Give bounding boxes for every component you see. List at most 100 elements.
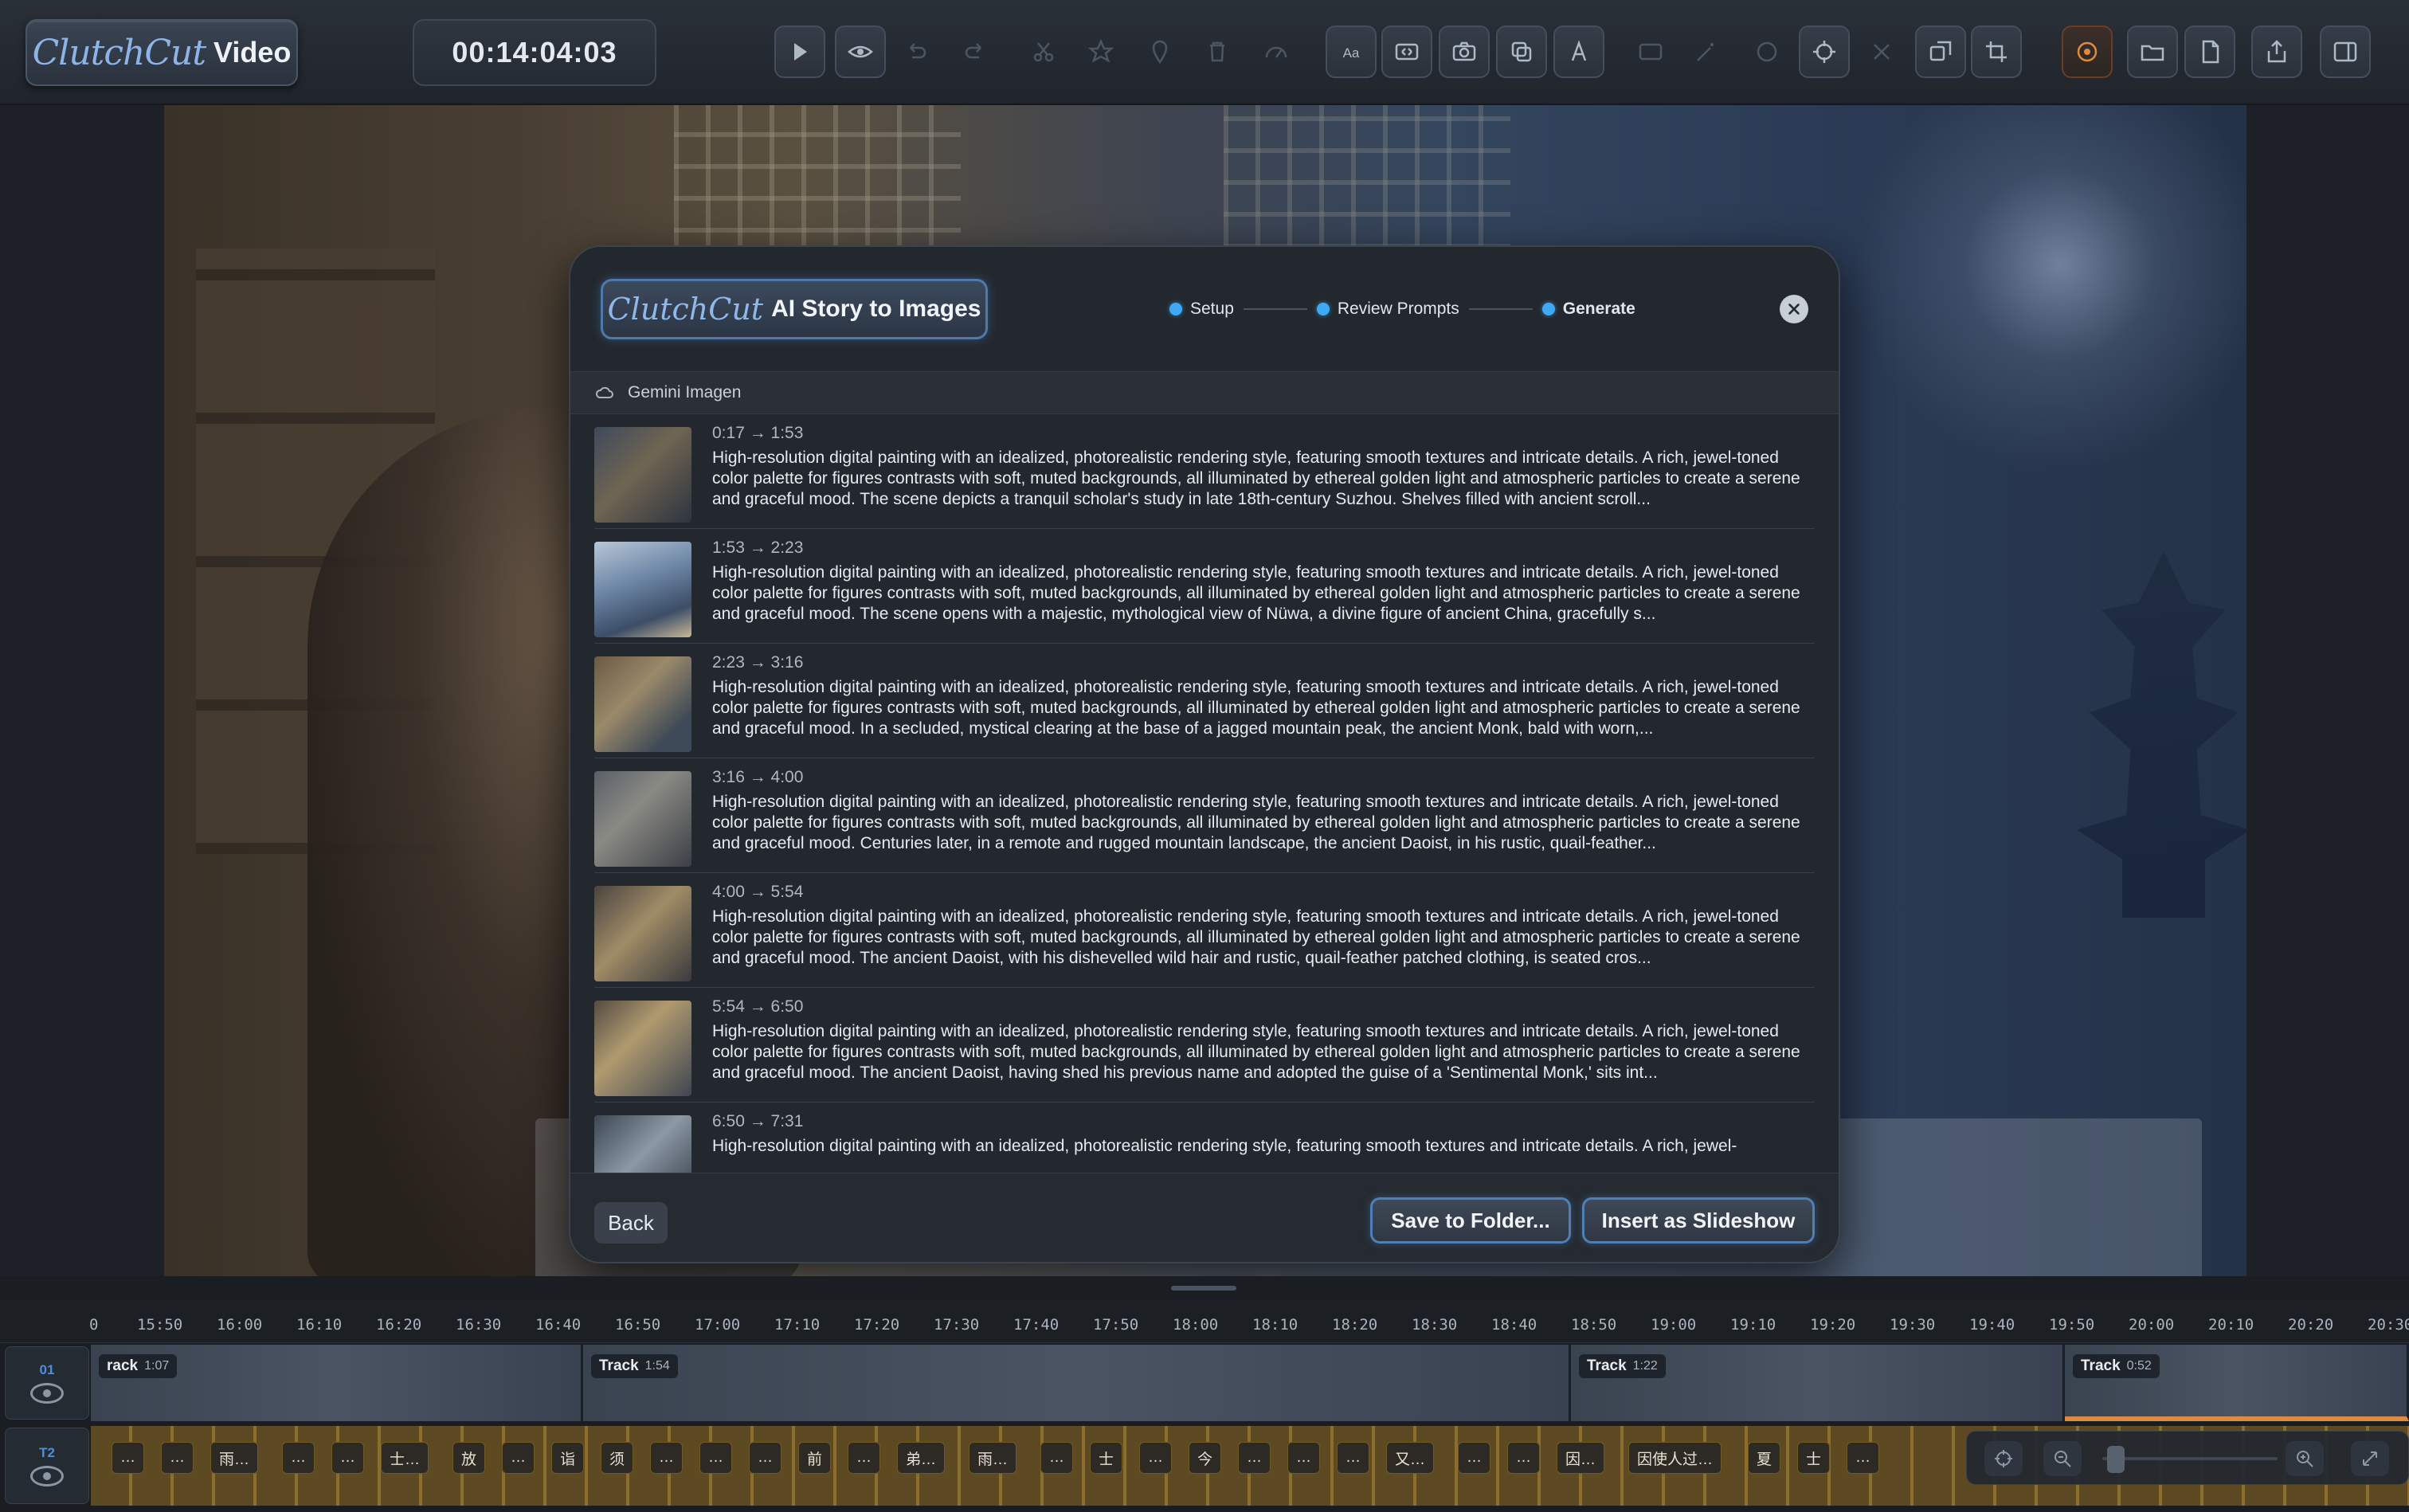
sidebar-button[interactable] [2320,25,2371,78]
camera-button[interactable] [1439,25,1490,78]
prompt-text: High-resolution digital painting with an… [712,793,1800,852]
generated-image-thumbnail[interactable] [594,886,691,981]
image-prompt-row[interactable]: 5:54 → 6:50 High-resolution digital paint… [594,988,1815,1103]
subtitle-clip[interactable]: … [112,1442,144,1474]
subtitle-clip[interactable]: … [848,1442,880,1474]
image-prompt-row[interactable]: 6:50 → 7:31 High-resolution digital paint… [594,1103,1815,1173]
generated-image-thumbnail[interactable] [594,656,691,752]
eye-button[interactable] [835,25,886,78]
subtitle-clip[interactable]: … [1139,1442,1172,1474]
subtitle-clip[interactable]: … [699,1442,732,1474]
image-prompt-row[interactable]: 2:23 → 3:16 High-resolution digital paint… [594,644,1815,758]
video-clip[interactable]: Track 1:22 [1571,1345,2065,1421]
track-visibility-eye-icon[interactable] [30,1383,64,1404]
subtitle-clip[interactable]: 诣 [551,1442,585,1474]
zoom-out-button[interactable] [2043,1441,2082,1476]
panel-resize-handle[interactable] [1171,1286,1236,1291]
generated-image-thumbnail[interactable] [594,1001,691,1096]
record-icon [2077,41,2098,62]
folder-button[interactable] [2127,25,2178,78]
subtitle-clip[interactable]: … [749,1442,781,1474]
subtitle-clip[interactable]: … [502,1442,535,1474]
step-generate[interactable]: Generate [1541,300,1635,319]
subtitle-clip[interactable]: 士 [1797,1442,1831,1474]
image-prompt-row[interactable]: 4:00 → 5:54 High-resolution digital paint… [594,873,1815,988]
fit-button[interactable] [1984,1441,2023,1476]
subtitle-clip[interactable]: 放 [452,1442,486,1474]
video-clip[interactable]: Track 1:54 [583,1345,1571,1421]
video-clip[interactable]: Track 0:52 [2065,1345,2409,1421]
layers-button[interactable] [1496,25,1547,78]
step-setup[interactable]: Setup [1169,300,1234,319]
subtitle-clip[interactable]: … [282,1442,315,1474]
subtitle-clip[interactable]: 士… [381,1442,429,1474]
subtitle-clip[interactable]: 又… [1386,1442,1435,1474]
crop-button[interactable] [1971,25,2022,78]
insert-slideshow-button[interactable]: Insert as Slideshow [1582,1197,1815,1244]
marker-button[interactable] [1134,25,1185,78]
subtitle-clip[interactable]: … [331,1442,364,1474]
expand-button[interactable] [2351,1441,2389,1476]
subtitle-clip[interactable]: 雨… [969,1442,1017,1474]
subtitle-clip[interactable]: … [1287,1442,1320,1474]
subtitle-clip[interactable]: … [1040,1442,1073,1474]
subtitle-clip[interactable]: … [1238,1442,1271,1474]
subtitle-clip[interactable]: … [1337,1442,1369,1474]
back-button[interactable]: Back [594,1202,668,1244]
generated-image-thumbnail[interactable] [594,771,691,867]
subtitle-clip[interactable]: 弟… [897,1442,946,1474]
subtitle-clip[interactable]: … [161,1442,194,1474]
subtitle-clip[interactable]: 雨… [210,1442,259,1474]
close-button[interactable] [1780,295,1808,323]
target-icon [1995,1450,2012,1467]
speed-button[interactable] [1251,25,1302,78]
font-button[interactable] [1553,25,1604,78]
export-button[interactable] [2251,25,2302,78]
image-prompt-row[interactable]: 1:53 → 2:23 High-resolution digital paint… [594,529,1815,644]
generated-image-thumbnail[interactable] [594,427,691,523]
subtitle-clip[interactable]: … [650,1442,683,1474]
target-button[interactable] [1799,25,1850,78]
redo-button[interactable] [950,25,1001,78]
video-track[interactable]: rack 1:07 Track 1:54 Track 1:22 Track 0:52 [91,1345,2409,1421]
caption-button[interactable] [1625,25,1676,78]
step-review-prompts[interactable]: Review Prompts [1316,300,1459,319]
generated-image-thumbnail[interactable] [594,1115,691,1173]
mute-button[interactable] [1856,25,1907,78]
timeline-ruler[interactable]: 0 15:50 16:00 16:10 16:20 16:30 16:40 16:50 17:0… [0,1300,2409,1343]
subtitle-clip[interactable]: 前 [798,1442,832,1474]
image-prompt-row[interactable]: 0:17 → 1:53 High-resolution digital paint… [594,414,1815,529]
save-to-folder-button[interactable]: Save to Folder... [1370,1197,1571,1244]
subtitle-clip[interactable]: 须 [601,1442,634,1474]
cut-button[interactable] [1018,25,1069,78]
delete-button[interactable] [1192,25,1243,78]
track-visibility-eye-icon[interactable] [30,1466,64,1487]
document-button[interactable] [2184,25,2235,78]
video-clip[interactable]: rack 1:07 [91,1345,583,1421]
subtitle-clip[interactable]: 士 [1090,1442,1123,1474]
zoom-in-button[interactable] [2286,1441,2324,1476]
subtitle-clip[interactable]: 因使人过… [1628,1442,1722,1474]
generated-image-thumbnail[interactable] [594,542,691,637]
image-prompt-row[interactable]: 3:16 → 4:00 High-resolution digital paint… [594,758,1815,873]
time-range: 3:16 → 4:00 [712,768,804,786]
resize-button[interactable] [1915,25,1966,78]
color-button[interactable] [1741,25,1792,78]
ruler-tick-label: 16:20 [376,1316,422,1334]
generated-image-list[interactable]: 0:17 → 1:53 High-resolution digital paint… [570,414,1839,1173]
subtitle-clip[interactable]: … [1847,1442,1879,1474]
record-button[interactable] [2062,25,2113,78]
undo-button[interactable] [891,25,942,78]
subtitle-clip[interactable]: 今 [1189,1442,1222,1474]
text-button[interactable]: Aa [1326,25,1377,78]
subtitle-clip[interactable]: … [1507,1442,1540,1474]
zoom-slider[interactable] [2102,1457,2278,1460]
subtitle-clip[interactable]: 因… [1557,1442,1605,1474]
play-button[interactable] [774,25,825,78]
subtitle-clip[interactable]: … [1458,1442,1490,1474]
magic-button[interactable] [1681,25,1732,78]
zoom-slider-handle[interactable] [2107,1446,2125,1473]
star-button[interactable] [1075,25,1126,78]
subtitle-clip[interactable]: 夏 [1748,1442,1781,1474]
transition-button[interactable] [1381,25,1432,78]
